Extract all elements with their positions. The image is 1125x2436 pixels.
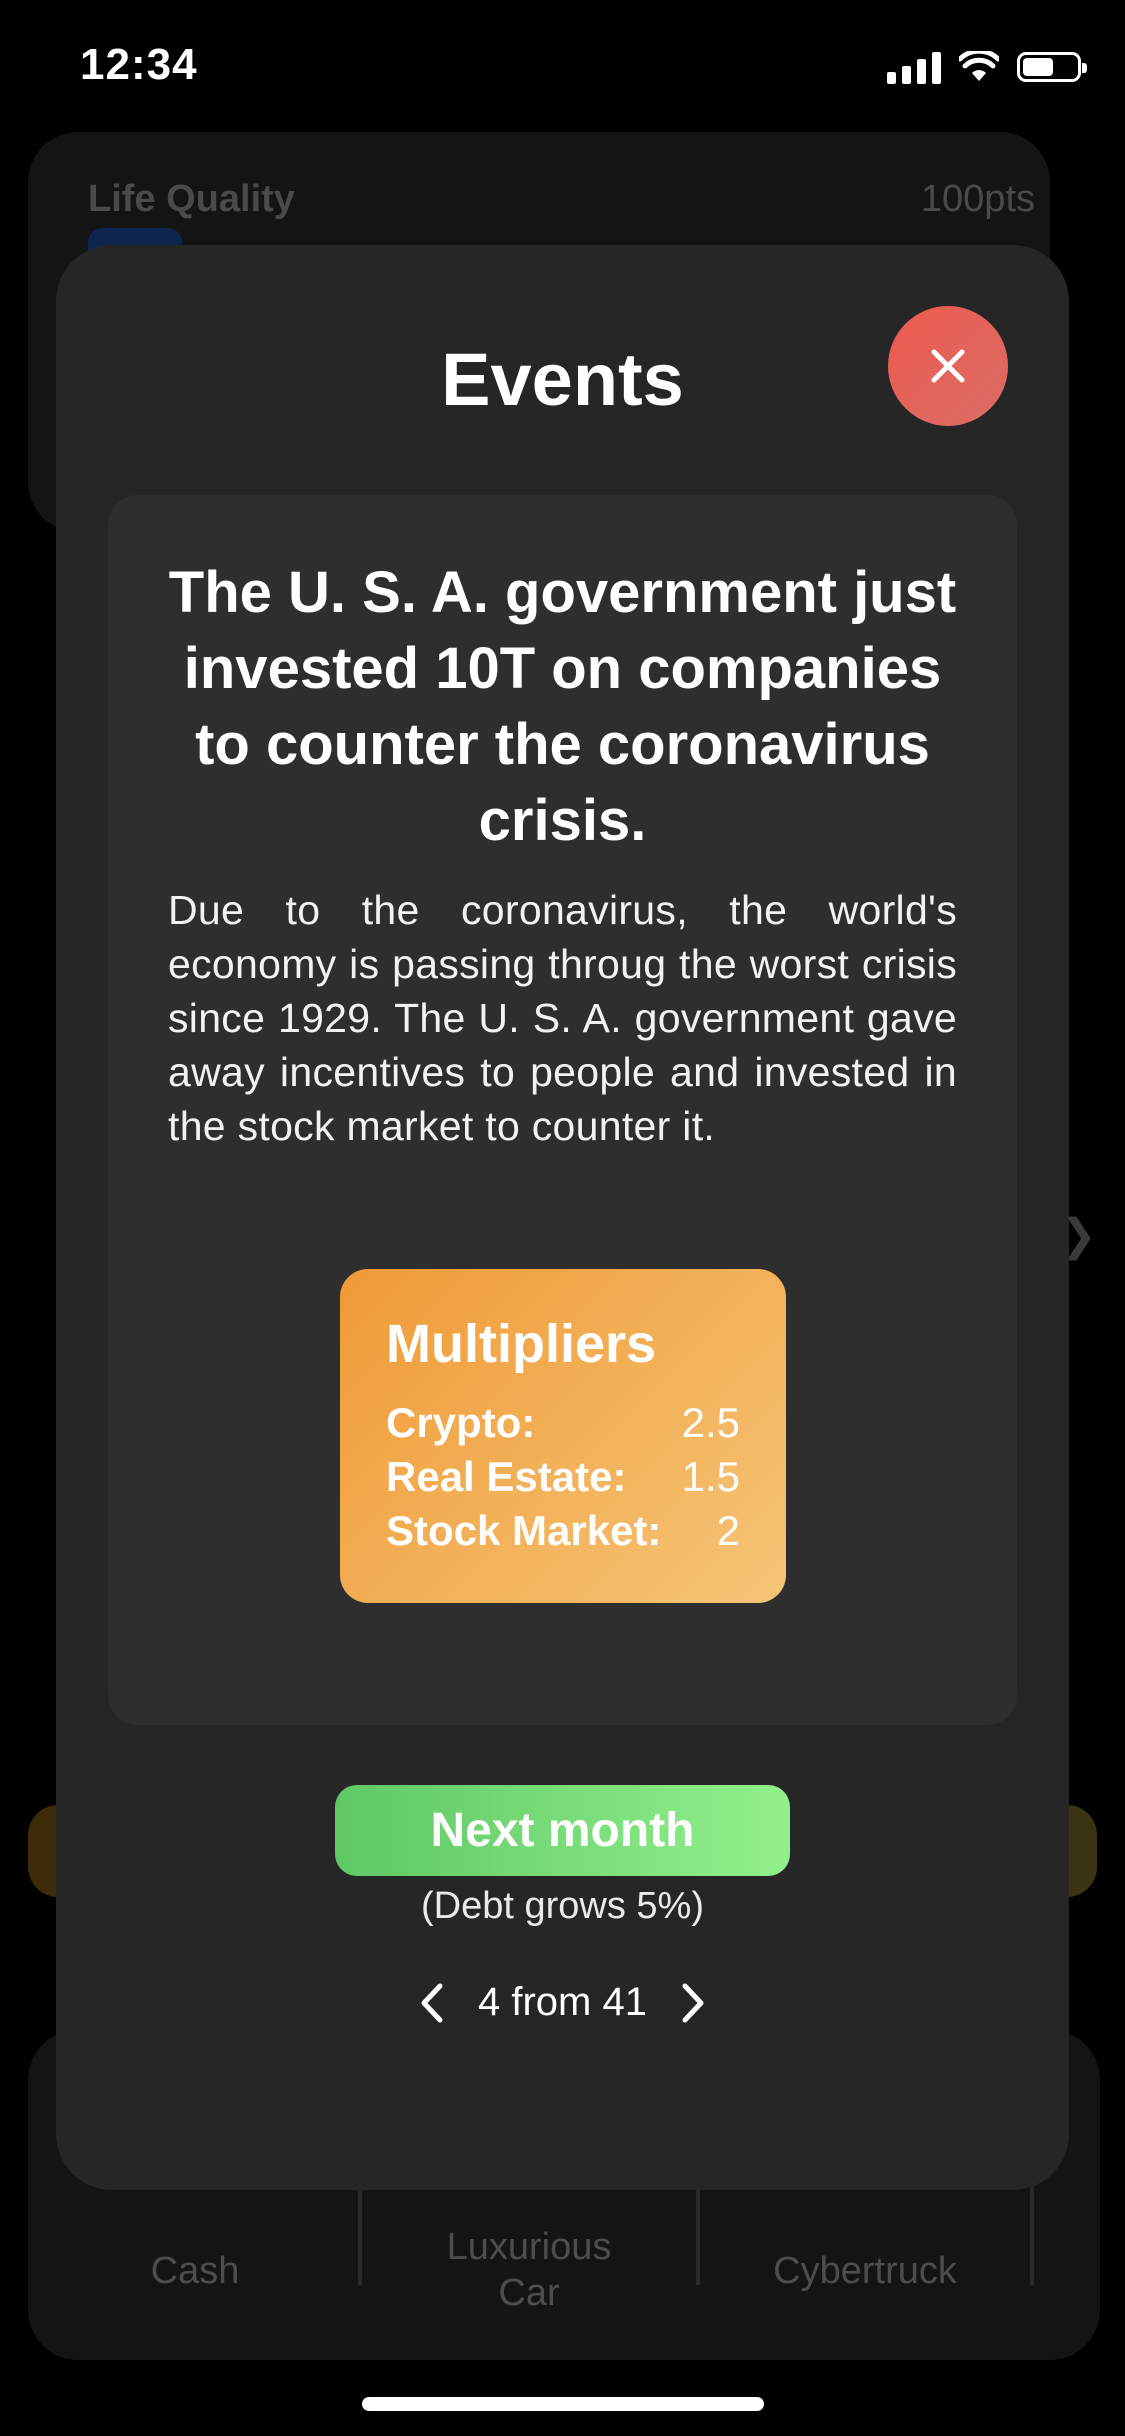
- wifi-icon: [959, 51, 999, 81]
- multiplier-label: Stock Market:: [386, 1507, 662, 1554]
- life-quality-points: 100pts: [920, 178, 1035, 220]
- multiplier-label: Real Estate:: [386, 1453, 627, 1500]
- multipliers-title: Multipliers: [386, 1314, 657, 1374]
- multiplier-row-stock-market: Stock Market: 2: [386, 1507, 740, 1555]
- status-time: 12:34: [80, 40, 198, 89]
- home-indicator: [362, 2397, 764, 2411]
- battery-icon: [1017, 52, 1087, 82]
- shop-item-luxurious-car: Luxurious Car: [446, 2226, 612, 2314]
- chevron-left-icon[interactable]: [418, 1982, 444, 2024]
- chevron-right-icon[interactable]: [681, 1982, 707, 2024]
- pager-text: 4 from 41: [478, 1980, 647, 2024]
- next-month-button[interactable]: Next month: [335, 1785, 790, 1876]
- debt-note: (Debt grows 5%): [421, 1885, 704, 1927]
- multiplier-value: 2: [716, 1507, 740, 1554]
- shop-item-cybertruck: Cybertruck: [773, 2250, 957, 2292]
- event-pager: 4 from 41: [56, 1980, 1069, 2025]
- shop-item-cash: Cash: [150, 2250, 240, 2292]
- multiplier-value: 2.5: [681, 1399, 740, 1446]
- close-icon: [931, 349, 965, 383]
- life-quality-label: Life Quality: [88, 178, 295, 220]
- multipliers-card: Multipliers Crypto: 2.5 Real Estate: 1.5…: [340, 1269, 786, 1603]
- multiplier-row-real-estate: Real Estate: 1.5: [386, 1453, 740, 1501]
- multiplier-label: Crypto:: [386, 1399, 536, 1446]
- close-button[interactable]: [888, 306, 1008, 426]
- status-icons: [887, 50, 1087, 84]
- events-modal: Events The U. S. A. government just inve…: [56, 245, 1069, 2190]
- event-card: The U. S. A. government just invested 10…: [108, 495, 1017, 1725]
- cellular-signal-icon: [887, 50, 941, 84]
- event-headline: The U. S. A. government just invested 10…: [168, 560, 957, 853]
- event-description: Due to the coronavirus, the world's econ…: [168, 887, 957, 1149]
- multiplier-row-crypto: Crypto: 2.5: [386, 1399, 740, 1447]
- multiplier-value: 1.5: [681, 1453, 740, 1500]
